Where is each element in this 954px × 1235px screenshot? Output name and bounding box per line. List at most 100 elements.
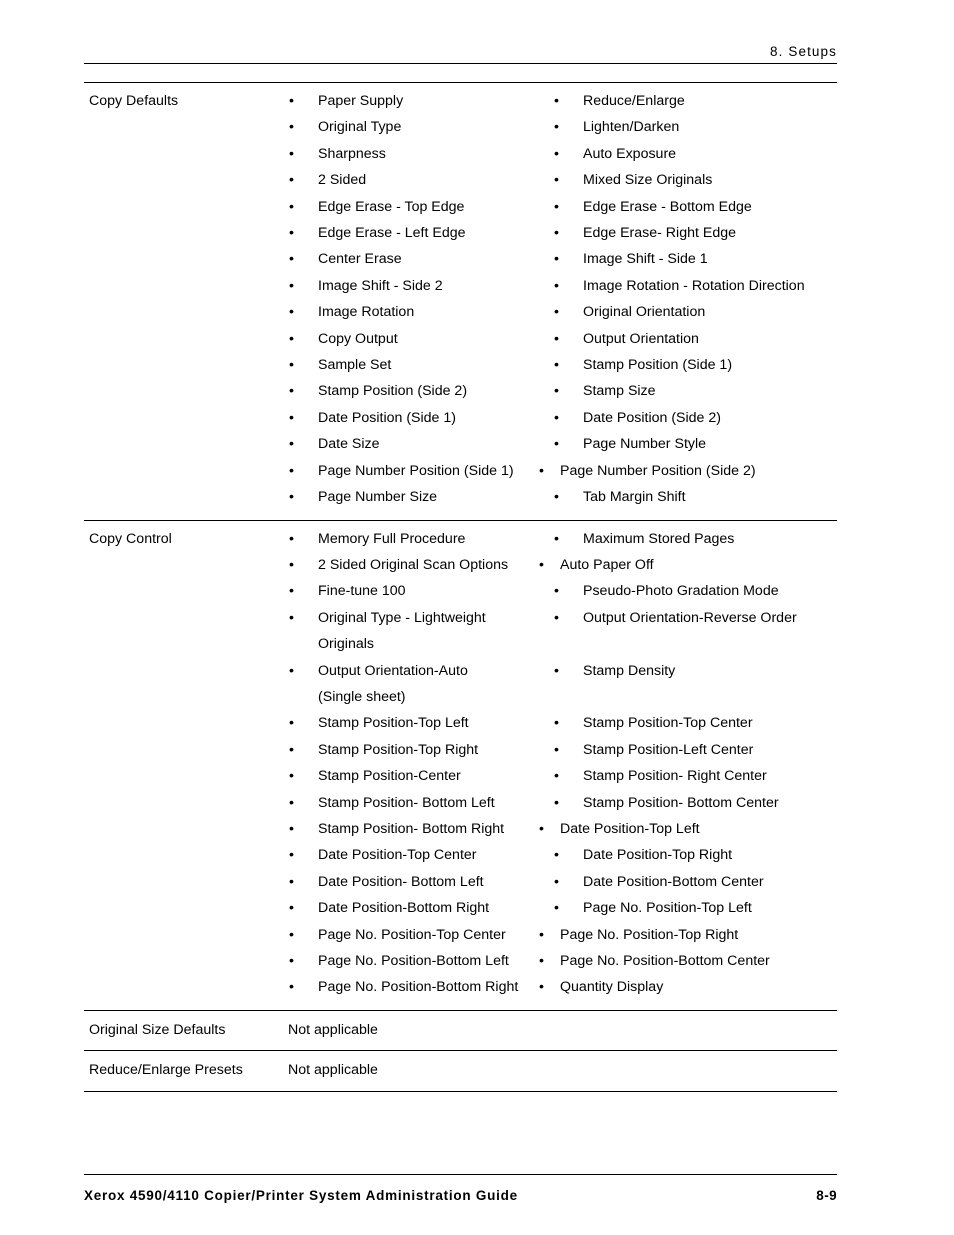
setting-item-left: • Stamp Position- Bottom Left — [288, 790, 553, 816]
setting-item-pair: • Stamp Position-Top Right • Stamp Position… — [288, 737, 837, 763]
setting-item-left: • Date Position-Bottom Right — [288, 895, 553, 921]
setting-item-pair: • Memory Full Procedure • Maximum Stored Pa… — [288, 526, 837, 552]
setting-item-pair: • Edge Erase - Top Edge • Edge Erase - Bott… — [288, 194, 837, 220]
setting-item-left: • Stamp Position-Center — [288, 763, 553, 789]
setting-item-label: Page No. Position-Top Right — [560, 926, 739, 943]
bullet-icon: • — [554, 900, 559, 917]
setting-item-right: • Image Shift - Side 1 — [553, 246, 837, 272]
setting-item-label: Date Position (Side 1) — [318, 409, 457, 426]
bullet-icon: • — [289, 530, 294, 547]
setting-item-left: • Fine-tune 100 — [288, 578, 553, 604]
setting-item-left: • 2 Sided Original Scan Options — [288, 552, 538, 578]
setting-item-pair: • Output Orientation-Auto (Single sheet) •… — [288, 658, 837, 711]
setting-item-left: • Stamp Position-Top Left — [288, 710, 553, 736]
setting-item-label: Stamp Position- Bottom Center — [583, 794, 779, 811]
bullet-icon: • — [539, 926, 544, 943]
bullet-icon: • — [554, 715, 559, 732]
setting-item-right: • Date Position-Top Left — [538, 816, 837, 842]
setting-item-left: • Copy Output — [288, 326, 553, 352]
setting-item-label: 2 Sided Original Scan Options — [318, 556, 509, 573]
page-header: 8. Setups — [84, 36, 837, 64]
bullet-icon: • — [289, 436, 294, 453]
bullet-icon: • — [554, 357, 559, 374]
bullet-icon: • — [289, 873, 294, 890]
setting-item-label: Date Position-Top Center — [318, 847, 477, 864]
setting-item-right: • Page No. Position-Top Right — [538, 922, 837, 948]
setting-value: Not applicable — [288, 1062, 378, 1079]
page-footer: Xerox 4590/4110 Copier/Printer System Ad… — [84, 1174, 837, 1203]
document-page: 8. Setups Copy Defaults • Paper Supply • Red… — [0, 0, 954, 1235]
setting-item-right: • Stamp Position-Left Center — [553, 737, 837, 763]
setting-item-left: • Memory Full Procedure — [288, 526, 553, 552]
bullet-icon: • — [554, 304, 559, 321]
bullet-icon: • — [554, 119, 559, 136]
setting-item-label: Edge Erase - Left Edge — [318, 225, 466, 242]
bullet-icon: • — [289, 145, 294, 162]
bullet-icon: • — [289, 357, 294, 374]
setting-item-label: Memory Full Procedure — [318, 530, 466, 547]
setting-item-pair: • Image Shift - Side 2 • Image Rotation - R… — [288, 273, 837, 299]
setting-item-right: • Page No. Position-Bottom Center — [538, 948, 837, 974]
bullet-icon: • — [554, 530, 559, 547]
setting-item-label: Output Orientation-Reverse Order — [583, 609, 797, 626]
bullet-icon: • — [539, 979, 544, 996]
bullet-icon: • — [289, 304, 294, 321]
setting-item-label: Image Shift - Side 1 — [583, 251, 708, 268]
setting-item-label: Page No. Position-Top Center — [318, 926, 506, 943]
setting-item-right: • Tab Margin Shift — [553, 484, 837, 510]
bullet-icon: • — [554, 330, 559, 347]
setting-item-label: Tab Margin Shift — [583, 489, 686, 506]
setting-item-left: • 2 Sided — [288, 167, 553, 193]
bullet-icon: • — [554, 225, 559, 242]
setting-item-label: Maximum Stored Pages — [583, 530, 735, 547]
setting-item-right: • Original Orientation — [553, 299, 837, 325]
setting-item-label: Image Shift - Side 2 — [318, 277, 443, 294]
setting-item-right: • Lighten/Darken — [553, 114, 837, 140]
bullet-icon: • — [289, 741, 294, 758]
bullet-icon: • — [554, 794, 559, 811]
setting-item-pair: • Page No. Position-Top Center • Page No. P… — [288, 922, 837, 948]
setting-item-right: • Auto Paper Off — [538, 552, 837, 578]
bullet-icon: • — [289, 251, 294, 268]
setting-item-label: Stamp Position-Center — [318, 768, 461, 785]
bullet-icon: • — [289, 198, 294, 215]
setting-item-left: • Date Size — [288, 431, 553, 457]
setting-item-pair: • Stamp Position-Top Left • Stamp Position-… — [288, 710, 837, 736]
setting-item-label: Output Orientation — [583, 330, 699, 347]
bullet-icon: • — [554, 662, 559, 679]
setting-item-label: Page Number Style — [583, 436, 707, 453]
setting-item-left: • Date Position-Top Center — [288, 842, 553, 868]
setting-item-left: • Original Type - Lightweight Originals — [288, 605, 553, 658]
bullet-icon: • — [554, 583, 559, 600]
bullet-icon: • — [539, 462, 544, 479]
setting-item-right: • Pseudo-Photo Gradation Mode — [553, 578, 837, 604]
bullet-icon: • — [539, 556, 544, 573]
setting-item-label: Original Type — [318, 119, 402, 136]
setting-item-pair: • Page Number Position (Side 1) • Page Numb… — [288, 458, 837, 484]
setting-item-left: • Stamp Position-Top Right — [288, 737, 553, 763]
setting-item-label: Output Orientation-Auto (Single sheet) — [318, 662, 468, 705]
setting-item-right: • Edge Erase - Bottom Edge — [553, 194, 837, 220]
setting-item-pair: • Image Rotation • Original Orientation — [288, 299, 837, 325]
setting-item-left: • Output Orientation-Auto (Single sheet) — [288, 658, 553, 711]
setting-value: Not applicable — [288, 1021, 378, 1038]
setting-item-right: • Reduce/Enlarge — [553, 88, 837, 114]
bullet-icon: • — [289, 847, 294, 864]
setting-item-left: • Page Number Position (Side 1) — [288, 458, 538, 484]
setting-item-label: Sample Set — [318, 357, 392, 374]
setting-item-label: Date Size — [318, 436, 380, 453]
bullet-icon: • — [289, 489, 294, 506]
setting-item-label: Edge Erase - Top Edge — [318, 198, 465, 215]
setting-item-label: Image Rotation - Rotation Direction — [583, 277, 805, 294]
setting-item-pair: • Fine-tune 100 • Pseudo-Photo Gradation Mo… — [288, 578, 837, 604]
setting-item-left: • Date Position- Bottom Left — [288, 869, 553, 895]
setting-item-pair: • Stamp Position- Bottom Right • Date Posit… — [288, 816, 837, 842]
setting-item-label: 2 Sided — [318, 172, 367, 189]
setting-item-label: Stamp Position-Top Left — [318, 715, 469, 732]
setting-item-label: Stamp Position-Top Right — [318, 741, 479, 758]
setting-item-right: • Date Position-Top Right — [553, 842, 837, 868]
setting-item-right: • Stamp Position (Side 1) — [553, 352, 837, 378]
setting-item-label: Date Position-Top Right — [583, 847, 733, 864]
setting-category: Copy Defaults — [89, 93, 179, 109]
setting-item-label: Auto Paper Off — [560, 556, 654, 573]
